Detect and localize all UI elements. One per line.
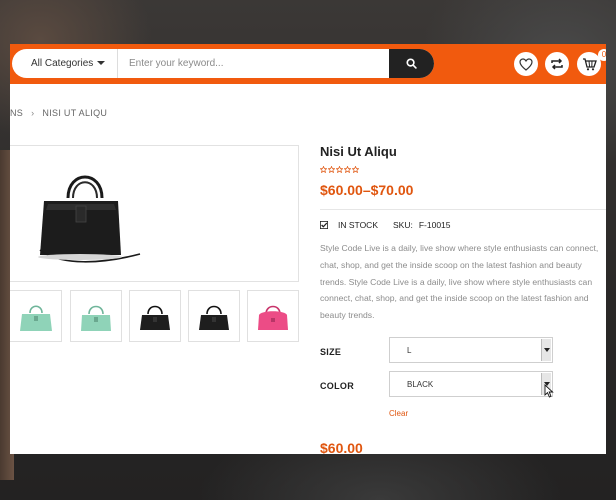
category-select[interactable]: All Categories [12,49,118,78]
handbag-thumbnail [19,305,52,331]
product-main-image[interactable] [10,145,299,282]
star-icon [320,166,327,173]
wishlist-button[interactable] [514,52,538,76]
handbag-thumbnail [258,305,288,330]
checkbox-checked-icon [320,221,328,229]
handbag-thumbnail [199,305,229,330]
search-bar: All Categories [12,49,434,78]
thumbnail-3[interactable] [129,290,181,342]
thumbnail-1[interactable] [10,290,62,342]
stock-label: IN STOCK [338,220,378,230]
selected-variant-price: $60.00 [320,440,363,454]
breadcrumb: NS › NISI UT ALIQU [10,108,107,118]
compare-icon [551,58,563,70]
star-icon [336,166,343,173]
compare-button[interactable] [545,52,569,76]
product-page: All Categories Enter your keyword... 0 N… [10,44,606,454]
handbag-thumbnail [81,305,111,331]
chevron-down-icon [97,61,105,65]
size-label: SIZE [320,347,342,357]
size-select[interactable]: L [389,337,553,363]
header-bar: All Categories Enter your keyword... 0 [10,44,606,84]
thumbnail-2[interactable] [70,290,122,342]
breadcrumb-parent-link[interactable]: NS [10,108,23,118]
color-select-value: BLACK [407,380,434,389]
cart-count-badge: 0 [598,49,606,61]
chevron-down-icon [541,339,551,361]
handbag-thumbnail [140,305,170,330]
rating-stars [320,166,359,173]
price-range: $60.00–$70.00 [320,182,414,198]
thumbnail-5[interactable] [247,290,299,342]
category-select-label: All Categories [31,58,94,69]
breadcrumb-separator: › [31,108,35,118]
search-icon [406,58,417,69]
mouse-cursor-icon [544,384,554,398]
color-label: COLOR [320,381,354,391]
size-select-value: L [407,346,412,355]
handbag-image [38,175,141,263]
star-icon [344,166,351,173]
star-icon [352,166,359,173]
sku-label: SKU: [393,220,413,230]
sku-value: F-10015 [418,220,451,230]
product-title: Nisi Ut Aliqu [320,144,397,159]
thumbnail-4[interactable] [188,290,240,342]
clear-link[interactable]: Clear [389,409,408,418]
heart-icon [519,57,533,71]
product-description: Style Code Live is a daily, live show wh… [320,243,599,321]
search-button[interactable] [389,49,434,78]
search-input[interactable] [120,49,388,78]
stock-status: IN STOCK SKU: F-10015 [320,220,451,230]
color-select[interactable]: BLACK [389,371,553,397]
star-icon [328,166,335,173]
breadcrumb-current: NISI UT ALIQU [42,108,108,118]
divider [320,209,606,210]
cart-icon [582,57,597,70]
